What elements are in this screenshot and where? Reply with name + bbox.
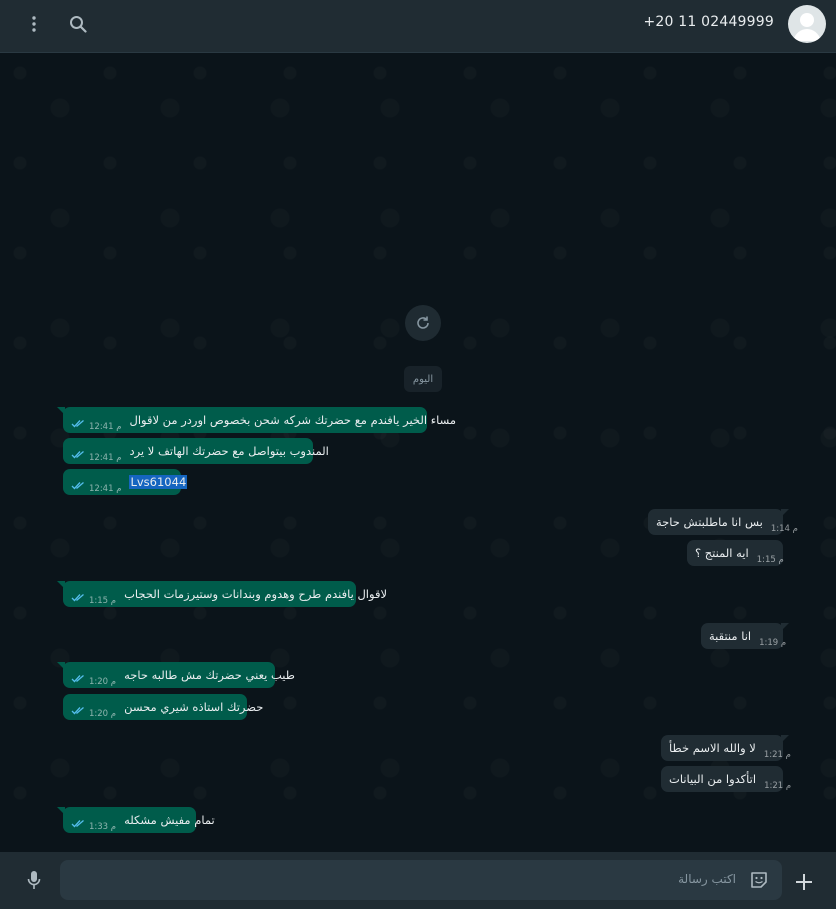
message-text: ايه المنتج ؟ — [695, 546, 749, 560]
sticker-icon[interactable] — [748, 869, 770, 891]
message-bubble[interactable]: اتأكدوا من البيانات 1:21 م — [661, 766, 791, 792]
kebab-menu-icon[interactable] — [22, 12, 46, 36]
message-text: حضرتك استاذه شيري محسن — [124, 700, 264, 714]
double-check-icon — [71, 819, 85, 828]
composer-bar: اكتب رسالة — [0, 852, 836, 909]
message-time: 1:21 م — [763, 750, 791, 760]
plus-icon[interactable] — [792, 870, 816, 894]
double-check-icon — [71, 593, 85, 602]
message-text: لا والله الاسم خطأ — [669, 741, 756, 755]
message-text: مساء الخير يافندم مع حضرتك شركه شحن بخصو… — [129, 413, 457, 427]
chat-header: +20 11 02449999 — [0, 0, 836, 53]
message-time: 1:15 م — [89, 596, 117, 606]
message-time: 1:20 م — [89, 677, 117, 687]
double-check-icon — [71, 706, 85, 715]
message-bubble[interactable]: 1:33 م تمام مفيش مشكله — [57, 807, 215, 833]
message-bubble[interactable]: انا منتقبة 1:19 م — [701, 623, 789, 649]
message-bubble[interactable]: 1:20 م حضرتك استاذه شيري محسن — [63, 694, 263, 720]
message-time: 1:14 م — [770, 524, 798, 534]
default-avatar-icon[interactable] — [788, 5, 826, 43]
message-text: انا منتقبة — [709, 629, 752, 643]
message-time: 12:41 م — [89, 422, 122, 432]
message-text: اتأكدوا من البيانات — [669, 772, 757, 786]
message-text: طيب يعني حضرتك مش طالبه حاجه — [124, 668, 295, 682]
search-icon[interactable] — [66, 12, 90, 36]
message-time: 1:21 م — [764, 781, 792, 791]
message-time: 12:41 م — [89, 453, 122, 463]
message-bubble[interactable]: 12:41 م المندوب بيتواصل مع حضرتك الهاتف … — [63, 438, 329, 464]
date-divider: اليوم — [404, 366, 442, 392]
double-check-icon — [71, 674, 85, 683]
message-time: 1:33 م — [89, 822, 117, 832]
message-bubble[interactable]: 1:15 م لاقوال يافندم طرح وهدوم وبندانات … — [57, 581, 387, 607]
message-text: المندوب بيتواصل مع حضرتك الهاتف لا يرد — [129, 444, 329, 458]
message-time: 12:41 م — [89, 484, 122, 494]
double-check-icon — [71, 450, 85, 459]
contact-phone[interactable]: +20 11 02449999 — [643, 14, 774, 30]
refresh-icon[interactable] — [405, 305, 441, 341]
message-input[interactable]: اكتب رسالة — [60, 860, 782, 900]
message-time: 1:15 م — [756, 555, 784, 565]
message-bubble[interactable]: 12:41 م Lvs61044 — [63, 469, 188, 495]
message-bubble[interactable]: 12:41 م مساء الخير يافندم مع حضرتك شركه … — [57, 407, 456, 433]
message-text: لاقوال يافندم طرح وهدوم وبندانات وستيرزم… — [124, 587, 388, 601]
message-time: 1:19 م — [759, 638, 787, 648]
double-check-icon — [71, 419, 85, 428]
mic-icon[interactable] — [22, 868, 46, 892]
message-bubble[interactable]: بس انا ماطلبتش حاجة 1:14 م — [648, 509, 798, 535]
message-text: تمام مفيش مشكله — [124, 813, 215, 827]
message-bubble[interactable]: لا والله الاسم خطأ 1:21 م — [661, 735, 791, 761]
message-text: بس انا ماطلبتش حاجة — [656, 515, 763, 529]
message-time: 1:20 م — [89, 709, 117, 719]
message-input-placeholder: اكتب رسالة — [678, 872, 736, 886]
double-check-icon — [71, 481, 85, 490]
message-bubble[interactable]: 1:20 م طيب يعني حضرتك مش طالبه حاجه — [57, 662, 295, 688]
message-text-selected: Lvs61044 — [129, 475, 188, 489]
message-bubble[interactable]: ايه المنتج ؟ 1:15 م — [687, 540, 784, 566]
chat-panel[interactable]: اليوم 12:41 م مساء الخير يافندم مع حضرتك… — [0, 53, 836, 852]
